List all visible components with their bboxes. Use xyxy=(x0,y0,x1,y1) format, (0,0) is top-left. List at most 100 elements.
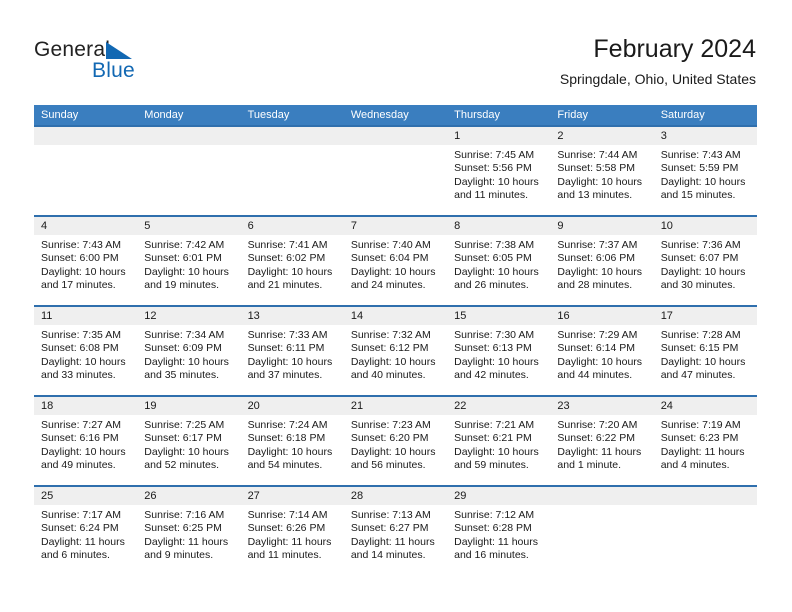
day-details: Sunrise: 7:28 AM Sunset: 6:15 PM Dayligh… xyxy=(654,325,757,382)
day-cell[interactable]: 19 Sunrise: 7:25 AM Sunset: 6:17 PM Dayl… xyxy=(137,397,241,485)
weekday-header-saturday: Saturday xyxy=(660,109,705,121)
daylight-text-line1: Daylight: 10 hours xyxy=(454,175,539,188)
day-cell[interactable]: 24 Sunrise: 7:19 AM Sunset: 6:23 PM Dayl… xyxy=(653,397,757,485)
day-cell[interactable]: 8 Sunrise: 7:38 AM Sunset: 6:05 PM Dayli… xyxy=(447,217,551,305)
sunrise-text: Sunrise: 7:21 AM xyxy=(454,419,535,431)
daylight-text-line2: and 1 minute. xyxy=(557,458,622,471)
calendar-week-row: 4 Sunrise: 7:43 AM Sunset: 6:00 PM Dayli… xyxy=(34,215,757,305)
daylight-text-line1: Daylight: 10 hours xyxy=(144,265,229,278)
weekday-header-thursday: Thursday xyxy=(454,109,500,121)
day-cell[interactable]: 28 Sunrise: 7:13 AM Sunset: 6:27 PM Dayl… xyxy=(343,487,448,575)
day-number: 25 xyxy=(34,487,138,505)
day-number: 10 xyxy=(653,217,757,235)
day-details: Sunrise: 7:32 AM Sunset: 6:12 PM Dayligh… xyxy=(344,325,447,382)
daylight-text-line1: Daylight: 10 hours xyxy=(350,445,436,458)
sunrise-text: Sunrise: 7:36 AM xyxy=(660,239,741,251)
calendar-week-row: 25 Sunrise: 7:17 AM Sunset: 6:24 PM Dayl… xyxy=(34,485,757,575)
sunset-text: Sunset: 6:25 PM xyxy=(144,522,222,535)
weekday-header-row: Sunday Monday Tuesday Wednesday Thursday… xyxy=(34,105,757,125)
sunrise-text: Sunrise: 7:29 AM xyxy=(557,329,638,341)
sunset-text: Sunset: 6:07 PM xyxy=(660,252,739,265)
sunset-text: Sunset: 6:21 PM xyxy=(454,432,532,445)
calendar-week-row: 18 Sunrise: 7:27 AM Sunset: 6:16 PM Dayl… xyxy=(34,395,757,485)
day-cell[interactable]: 21 Sunrise: 7:23 AM Sunset: 6:20 PM Dayl… xyxy=(343,397,448,485)
day-number: 13 xyxy=(240,307,344,325)
title-block: February 2024 Springdale, Ohio, United S… xyxy=(560,34,756,88)
day-number: 15 xyxy=(447,307,551,325)
sunset-text: Sunset: 6:16 PM xyxy=(41,432,119,445)
day-cell[interactable]: 17 Sunrise: 7:28 AM Sunset: 6:15 PM Dayl… xyxy=(653,307,757,395)
daylight-text-line1: Daylight: 11 hours xyxy=(454,535,538,548)
sunrise-text: Sunrise: 7:38 AM xyxy=(454,239,535,251)
day-cell[interactable]: 25 Sunrise: 7:17 AM Sunset: 6:24 PM Dayl… xyxy=(34,487,138,575)
sunset-text: Sunset: 6:20 PM xyxy=(350,432,429,445)
day-cell[interactable]: 20 Sunrise: 7:24 AM Sunset: 6:18 PM Dayl… xyxy=(240,397,344,485)
sunrise-text: Sunrise: 7:43 AM xyxy=(41,239,121,251)
day-cell[interactable]: 18 Sunrise: 7:27 AM Sunset: 6:16 PM Dayl… xyxy=(34,397,138,485)
daylight-text-line2: and 37 minutes. xyxy=(247,368,323,381)
sunrise-text: Sunrise: 7:45 AM xyxy=(454,149,535,161)
day-cell[interactable]: 15 Sunrise: 7:30 AM Sunset: 6:13 PM Dayl… xyxy=(447,307,551,395)
day-details: Sunrise: 7:41 AM Sunset: 6:02 PM Dayligh… xyxy=(241,235,344,292)
day-details: Sunrise: 7:23 AM Sunset: 6:20 PM Dayligh… xyxy=(344,415,447,472)
day-number: 26 xyxy=(137,487,241,505)
day-details: Sunrise: 7:20 AM Sunset: 6:22 PM Dayligh… xyxy=(550,415,653,472)
daylight-text-line2: and 40 minutes. xyxy=(350,368,426,381)
day-cell[interactable]: 7 Sunrise: 7:40 AM Sunset: 6:04 PM Dayli… xyxy=(343,217,448,305)
daylight-text-line1: Daylight: 10 hours xyxy=(247,265,333,278)
day-details: Sunrise: 7:43 AM Sunset: 6:00 PM Dayligh… xyxy=(34,235,137,292)
sunrise-text: Sunrise: 7:30 AM xyxy=(454,329,535,341)
day-details xyxy=(550,505,653,509)
day-cell[interactable]: 3 Sunrise: 7:43 AM Sunset: 5:59 PM Dayli… xyxy=(653,127,757,215)
brand-name-blue: Blue xyxy=(92,59,135,82)
day-cell[interactable]: 14 Sunrise: 7:32 AM Sunset: 6:12 PM Dayl… xyxy=(343,307,448,395)
daylight-text-line1: Daylight: 10 hours xyxy=(557,265,643,278)
day-number: 23 xyxy=(550,397,654,415)
page-title: February 2024 xyxy=(593,35,756,63)
day-cell[interactable]: 16 Sunrise: 7:29 AM Sunset: 6:14 PM Dayl… xyxy=(550,307,654,395)
day-cell[interactable]: 1 Sunrise: 7:45 AM Sunset: 5:56 PM Dayli… xyxy=(447,127,551,215)
day-number xyxy=(343,127,448,145)
brand-logo[interactable]: General Blue xyxy=(34,38,244,86)
day-number: 20 xyxy=(240,397,344,415)
sunrise-text: Sunrise: 7:23 AM xyxy=(350,419,431,431)
day-details: Sunrise: 7:36 AM Sunset: 6:07 PM Dayligh… xyxy=(654,235,757,292)
day-cell[interactable]: 12 Sunrise: 7:34 AM Sunset: 6:09 PM Dayl… xyxy=(137,307,241,395)
daylight-text-line1: Daylight: 11 hours xyxy=(660,445,745,458)
sunrise-text: Sunrise: 7:42 AM xyxy=(144,239,225,251)
day-cell xyxy=(653,487,757,575)
day-cell[interactable]: 23 Sunrise: 7:20 AM Sunset: 6:22 PM Dayl… xyxy=(550,397,654,485)
day-cell[interactable]: 11 Sunrise: 7:35 AM Sunset: 6:08 PM Dayl… xyxy=(34,307,138,395)
day-details: Sunrise: 7:14 AM Sunset: 6:26 PM Dayligh… xyxy=(241,505,344,562)
daylight-text-line1: Daylight: 10 hours xyxy=(557,355,643,368)
sunset-text: Sunset: 6:11 PM xyxy=(247,342,325,355)
daylight-text-line2: and 4 minutes. xyxy=(660,458,730,471)
day-cell[interactable]: 13 Sunrise: 7:33 AM Sunset: 6:11 PM Dayl… xyxy=(240,307,344,395)
day-details: Sunrise: 7:40 AM Sunset: 6:04 PM Dayligh… xyxy=(344,235,447,292)
day-cell[interactable]: 6 Sunrise: 7:41 AM Sunset: 6:02 PM Dayli… xyxy=(240,217,344,305)
day-number: 9 xyxy=(550,217,654,235)
sunset-text: Sunset: 6:28 PM xyxy=(454,522,532,535)
daylight-text-line2: and 35 minutes. xyxy=(144,368,219,381)
daylight-text-line2: and 30 minutes. xyxy=(660,278,736,291)
day-cell xyxy=(240,127,344,215)
day-cell[interactable]: 5 Sunrise: 7:42 AM Sunset: 6:01 PM Dayli… xyxy=(137,217,241,305)
day-cell[interactable]: 2 Sunrise: 7:44 AM Sunset: 5:58 PM Dayli… xyxy=(550,127,654,215)
day-cell[interactable]: 26 Sunrise: 7:16 AM Sunset: 6:25 PM Dayl… xyxy=(137,487,241,575)
day-cell[interactable]: 29 Sunrise: 7:12 AM Sunset: 6:28 PM Dayl… xyxy=(447,487,551,575)
day-cell[interactable]: 4 Sunrise: 7:43 AM Sunset: 6:00 PM Dayli… xyxy=(34,217,138,305)
day-cell[interactable]: 9 Sunrise: 7:37 AM Sunset: 6:06 PM Dayli… xyxy=(550,217,654,305)
day-cell[interactable]: 22 Sunrise: 7:21 AM Sunset: 6:21 PM Dayl… xyxy=(447,397,551,485)
daylight-text-line2: and 52 minutes. xyxy=(144,458,219,471)
sunset-text: Sunset: 6:27 PM xyxy=(350,522,429,535)
sunrise-text: Sunrise: 7:34 AM xyxy=(144,329,225,341)
day-cell xyxy=(137,127,241,215)
day-number: 3 xyxy=(653,127,757,145)
sunset-text: Sunset: 6:01 PM xyxy=(144,252,222,265)
sunset-text: Sunset: 6:08 PM xyxy=(41,342,119,355)
day-cell[interactable]: 10 Sunrise: 7:36 AM Sunset: 6:07 PM Dayl… xyxy=(653,217,757,305)
daylight-text-line1: Daylight: 10 hours xyxy=(144,355,229,368)
day-cell[interactable]: 27 Sunrise: 7:14 AM Sunset: 6:26 PM Dayl… xyxy=(240,487,344,575)
daylight-text-line1: Daylight: 10 hours xyxy=(454,355,539,368)
daylight-text-line2: and 28 minutes. xyxy=(557,278,633,291)
